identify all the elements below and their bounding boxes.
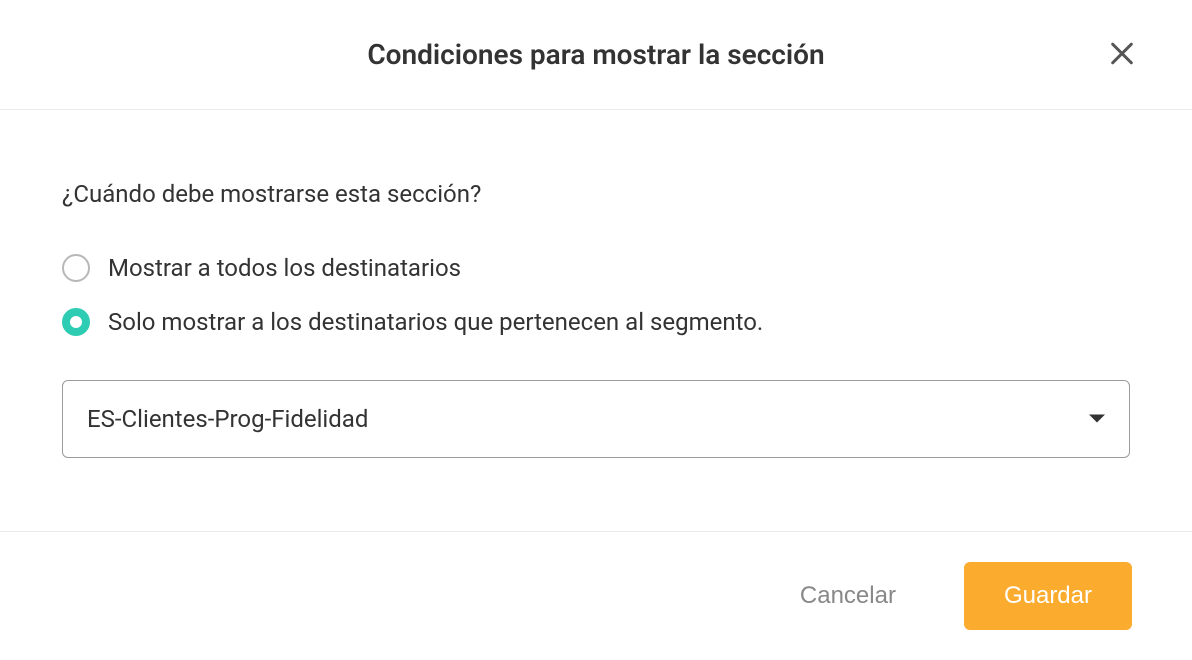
modal-footer: Cancelar Guardar — [0, 531, 1192, 660]
radio-option-all-label: Mostrar a todos los destinatarios — [108, 254, 461, 282]
radio-option-segment-label: Solo mostrar a los destinatarios que per… — [108, 308, 763, 336]
modal-body: ¿Cuándo debe mostrarse esta sección? Mos… — [0, 110, 1192, 531]
close-button[interactable] — [1100, 31, 1144, 78]
radio-option-all[interactable]: Mostrar a todos los destinatarios — [62, 254, 1130, 282]
segment-select-value: ES-Clientes-Prog-Fidelidad — [87, 405, 368, 433]
radio-group: Mostrar a todos los destinatarios Solo m… — [62, 254, 1130, 336]
segment-select-wrapper: ES-Clientes-Prog-Fidelidad — [62, 380, 1130, 458]
modal-header: Condiciones para mostrar la sección — [0, 0, 1192, 110]
question-label: ¿Cuándo debe mostrarse esta sección? — [62, 180, 1130, 208]
modal-title: Condiciones para mostrar la sección — [367, 38, 824, 71]
conditions-modal: Condiciones para mostrar la sección ¿Cuá… — [0, 0, 1192, 660]
radio-unchecked-icon — [62, 254, 90, 282]
cancel-button[interactable]: Cancelar — [784, 574, 912, 618]
segment-select[interactable]: ES-Clientes-Prog-Fidelidad — [62, 380, 1130, 458]
radio-checked-icon — [62, 308, 90, 336]
close-icon — [1108, 39, 1136, 70]
save-button[interactable]: Guardar — [964, 562, 1132, 630]
radio-option-segment[interactable]: Solo mostrar a los destinatarios que per… — [62, 308, 1130, 336]
